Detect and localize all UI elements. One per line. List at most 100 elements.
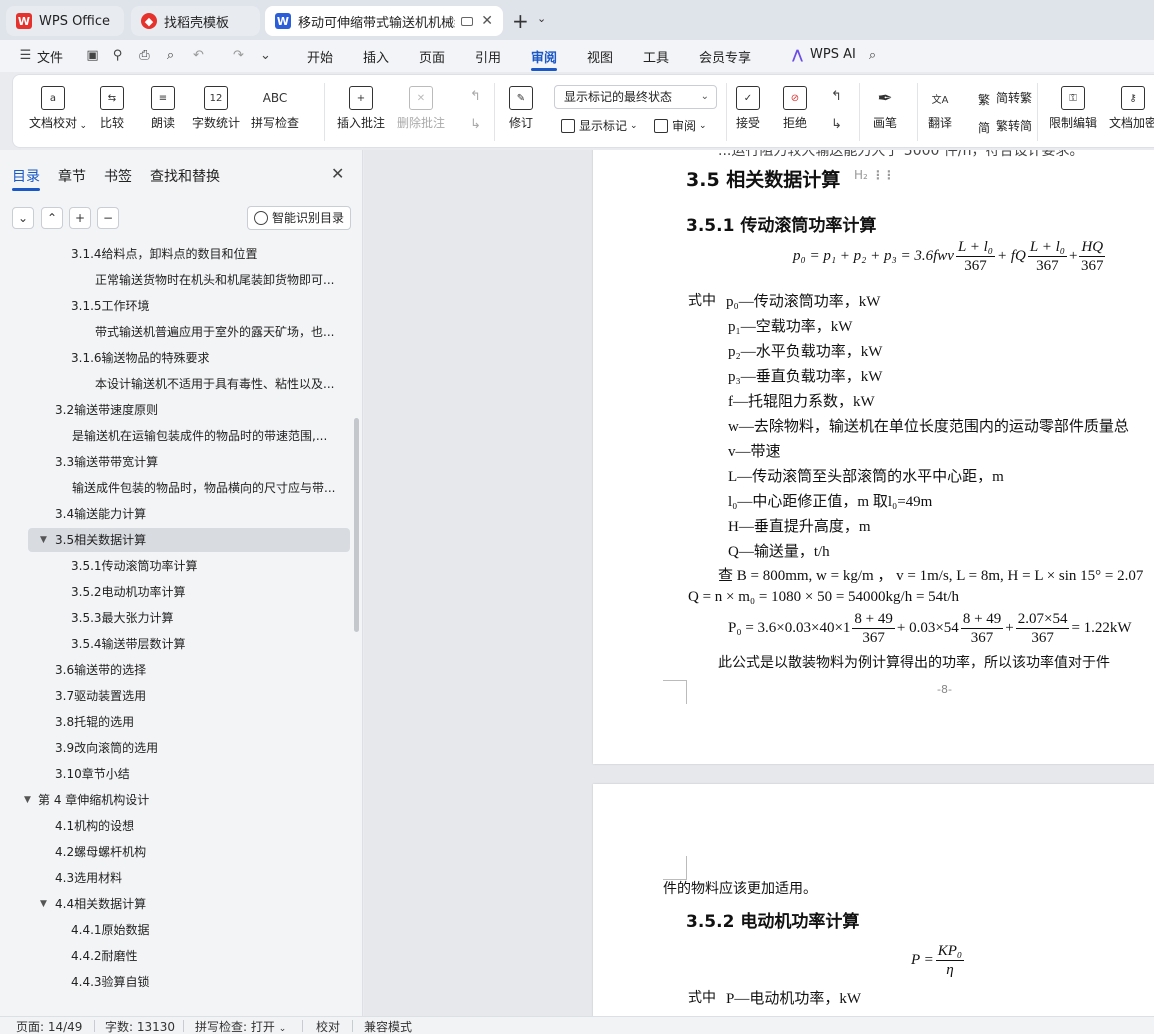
page-indicator[interactable]: 页面: 14/49 <box>16 1018 82 1034</box>
next-change-icon[interactable]: ↳ <box>829 117 844 132</box>
smart-toc-button[interactable]: 智能识别目录 <box>247 206 351 230</box>
doc-encrypt-button[interactable]: ⚷ 文档加密 <box>1109 86 1154 131</box>
toc-item[interactable]: 3.1.6输送物品的特殊要求 <box>71 346 346 370</box>
menu-review[interactable]: 审阅 <box>531 47 557 66</box>
pen-button[interactable]: ✒ 画笔 <box>873 86 897 131</box>
spell-check-button[interactable]: ABC 拼写检查 <box>251 86 299 131</box>
menu-reference[interactable]: 引用 <box>475 47 501 66</box>
word-count-button[interactable]: 12 字数统计 <box>192 86 240 131</box>
caret-down-icon[interactable]: ▼ <box>24 788 31 812</box>
toc-item[interactable]: 3.5.2电动机功率计算 <box>71 580 346 604</box>
collapse-up-icon[interactable]: ⌃ <box>41 207 63 229</box>
menu-wps-ai[interactable]: WPS AI <box>810 47 856 62</box>
prev-comment-icon[interactable]: ↰ <box>468 89 483 104</box>
caret-down-icon[interactable]: ▼ <box>40 892 47 916</box>
menu-view[interactable]: 视图 <box>587 47 613 66</box>
caret-down-icon[interactable]: ▼ <box>40 528 47 552</box>
share-icon[interactable]: ⚲ <box>110 48 125 63</box>
save-icon[interactable]: ▣ <box>85 48 100 63</box>
toc-item[interactable]: 3.10章节小结 <box>55 762 346 786</box>
toc-scrollbar[interactable] <box>354 418 359 632</box>
search-icon[interactable]: ⌕ <box>865 48 880 63</box>
toc-item[interactable]: 第 4 章伸缩机构设计 <box>38 788 346 812</box>
toc-item[interactable]: 正常输送货物时在机头和机尾装卸货物即可... <box>95 268 346 292</box>
insert-comment-button[interactable]: + 插入批注 <box>337 86 385 131</box>
print-preview-icon[interactable]: ⌕ <box>163 48 178 63</box>
to-simplified-button[interactable]: 简 繁转简 <box>978 117 1032 135</box>
chevron-down-icon[interactable]: ⌄ <box>537 12 546 25</box>
toc-item[interactable]: 3.8托辊的选用 <box>55 710 346 734</box>
toc-item[interactable]: 3.6输送带的选择 <box>55 658 346 682</box>
toc-item[interactable]: 3.4输送能力计算 <box>55 502 346 526</box>
toc-item[interactable]: 4.1机构的设想 <box>55 814 346 838</box>
close-tab-icon[interactable]: ✕ <box>481 13 493 29</box>
toc-item[interactable]: 4.4.3验算自锁 <box>71 970 346 994</box>
compare-button[interactable]: ⇆ 比较 <box>100 86 124 131</box>
spell-check-status[interactable]: 拼写检查: 打开 ⌄ <box>195 1018 286 1034</box>
prev-change-icon[interactable]: ↰ <box>829 89 844 104</box>
new-tab-icon[interactable]: + <box>512 9 529 33</box>
toc-item[interactable]: 3.5.3最大张力计算 <box>71 606 346 630</box>
translate-button[interactable]: 文A 翻译 <box>928 86 952 131</box>
to-traditional-button[interactable]: 繁 简转繁 <box>978 89 1032 107</box>
nav-tab-toc[interactable]: 目录 <box>12 166 40 186</box>
menu-member[interactable]: 会员专享 <box>699 47 751 66</box>
restrict-edit-button[interactable]: ⚿ 限制编辑 <box>1049 86 1097 131</box>
toc-item[interactable]: 本设计输送机不适用于具有毒性、粘性以及... <box>95 372 346 396</box>
reject-button[interactable]: ⊘ 拒绝 <box>783 86 807 131</box>
remove-heading-icon[interactable]: − <box>97 207 119 229</box>
fraction-denominator: 367 <box>1036 258 1059 274</box>
toc-item[interactable]: 3.5.4输送带层数计算 <box>71 632 346 656</box>
more-icon[interactable]: ⌄ <box>258 48 273 63</box>
menu-home[interactable]: 开始 <box>307 47 333 66</box>
toc-item[interactable]: 3.1.4给料点，卸料点的数目和位置 <box>71 242 346 266</box>
revise-button[interactable]: ✎ 修订 <box>509 86 533 131</box>
toc-item[interactable]: 3.5相关数据计算 <box>55 528 346 552</box>
toc-item[interactable]: 3.5.1传动滚筒功率计算 <box>71 554 346 578</box>
toc-item[interactable]: 4.2螺母螺杆机构 <box>55 840 346 864</box>
hamburger-icon[interactable]: ☰ <box>18 48 33 63</box>
word-count-status[interactable]: 字数: 13130 <box>105 1018 175 1034</box>
markup-state-select[interactable]: 显示标记的最终状态 ⌄ <box>554 85 717 109</box>
print-icon[interactable]: ⎙ <box>137 48 152 63</box>
delete-comment-button[interactable]: ✕ 删除批注 <box>397 86 445 131</box>
active-nav-tab-indicator <box>12 188 40 191</box>
toc-item[interactable]: 4.3选用材料 <box>55 866 346 890</box>
expand-down-icon[interactable]: ⌄ <box>12 207 34 229</box>
proofread-button[interactable]: a 文档校对 ⌄ <box>29 86 87 131</box>
menu-insert[interactable]: 插入 <box>363 47 389 66</box>
add-heading-icon[interactable]: + <box>69 207 91 229</box>
proof-status[interactable]: 校对 <box>316 1018 340 1034</box>
toc-item[interactable]: 3.9改向滚筒的选用 <box>55 736 346 760</box>
nav-tab-sections[interactable]: 章节 <box>58 166 86 186</box>
screen-icon[interactable] <box>461 16 474 26</box>
toc-item[interactable]: 3.2输送带速度原则 <box>55 398 346 422</box>
toc-item[interactable]: 输送成件包装的物品时，物品横向的尺寸应与带... <box>72 476 346 500</box>
toc-item[interactable]: 4.4.1原始数据 <box>71 918 346 942</box>
read-aloud-button[interactable]: ≡ 朗读 <box>151 86 175 131</box>
menu-file[interactable]: 文件 <box>37 47 63 66</box>
review-pane-button[interactable]: 审阅 ⌄ <box>654 117 707 134</box>
toc-item[interactable]: 4.4.2耐磨性 <box>71 944 346 968</box>
word-count-label: 字数统计 <box>192 116 241 130</box>
toc-item[interactable]: 3.1.5工作环境 <box>71 294 346 318</box>
next-comment-icon[interactable]: ↳ <box>468 117 483 132</box>
undo-icon[interactable]: ↶ <box>191 48 206 63</box>
close-icon[interactable]: ✕ <box>331 164 344 183</box>
toc-item[interactable]: 带式输送机普遍应用于室外的露天矿场，也... <box>95 320 346 344</box>
show-markup-button[interactable]: 显示标记 ⌄ <box>561 117 638 134</box>
menu-page[interactable]: 页面 <box>419 47 445 66</box>
drag-handle-icon[interactable]: ⋮⋮ <box>872 168 895 182</box>
menu-tools[interactable]: 工具 <box>643 47 669 66</box>
toc-item[interactable]: 4.4相关数据计算 <box>55 892 346 916</box>
nav-tab-bookmarks[interactable]: 书签 <box>104 166 132 186</box>
nav-tab-find-replace[interactable]: 查找和替换 <box>150 166 220 186</box>
toc-item[interactable]: 3.7驱动装置选用 <box>55 684 346 708</box>
tab-docer[interactable]: ◆ 找稻壳模板 <box>131 6 260 36</box>
tab-wps-office[interactable]: W WPS Office <box>6 6 124 36</box>
accept-button[interactable]: ✓ 接受 <box>736 86 760 131</box>
toc-item[interactable]: 3.3输送带带宽计算 <box>55 450 346 474</box>
toc-item[interactable]: 是输送机在运输包装成件的物品时的带速范围,... <box>72 424 346 448</box>
redo-icon[interactable]: ↷ <box>231 48 246 63</box>
tab-document[interactable]: W 移动可伸缩带式输送机机械结 ✕ <box>265 6 503 36</box>
